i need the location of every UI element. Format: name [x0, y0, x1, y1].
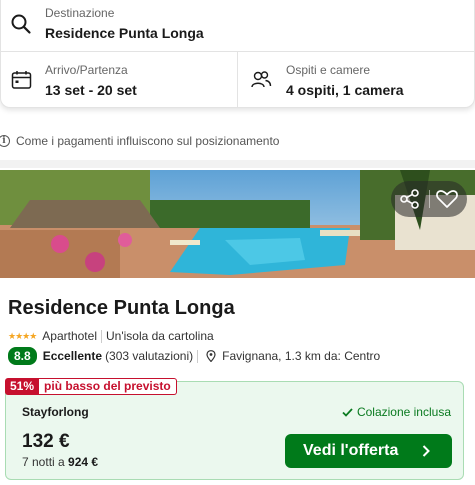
- search-icon: [11, 14, 31, 34]
- rating-word: Eccellente: [42, 349, 103, 363]
- offer-total: 7 notti a 924 €: [22, 455, 98, 469]
- dates-value: 13 set - 20 set: [45, 82, 137, 98]
- share-icon[interactable]: [397, 187, 423, 211]
- star-rating: ★★★★: [8, 330, 37, 341]
- hotel-rating-location: 8.8 Eccellente (303 valutazioni) Favigna…: [8, 347, 380, 365]
- rating-count: (303 valutazioni): [105, 349, 194, 363]
- hotel-type: Aparthotel: [42, 329, 97, 343]
- deal-text: più basso del previsto: [39, 378, 177, 395]
- hotel-location: Favignana, 1.3 km da: Centro: [222, 349, 381, 363]
- dates-label: Arrivo/Partenza: [45, 63, 128, 77]
- guests-field[interactable]: Ospiti e camere 4 ospiti, 1 camera: [238, 52, 475, 108]
- offer-card[interactable]: Stayforlong Colazione inclusa 132 € 7 no…: [5, 381, 464, 480]
- offer-provider: Stayforlong: [22, 405, 89, 419]
- deal-percent: 51%: [5, 378, 40, 395]
- dates-field[interactable]: Arrivo/Partenza 13 set - 20 set: [1, 52, 238, 108]
- hotel-tagline: Un'isola da cartolina: [105, 329, 214, 343]
- total-price: 924 €: [68, 455, 99, 469]
- chevron-right-icon: [422, 445, 430, 457]
- view-offer-label: Vedi l'offerta: [303, 442, 399, 459]
- calendar-icon: [11, 71, 32, 89]
- actions-divider: [429, 190, 430, 208]
- rating-score-badge: 8.8: [8, 347, 37, 365]
- guests-label: Ospiti e camere: [286, 63, 371, 77]
- meta-divider: [197, 349, 199, 363]
- hotel-meta: ★★★★ Aparthotel Un'isola da cartolina: [8, 328, 214, 344]
- check-icon: [342, 407, 353, 417]
- payment-info-link[interactable]: i Come i pagamenti influiscono sul posiz…: [0, 133, 279, 149]
- photo-actions: [391, 181, 467, 217]
- meta-divider: [100, 329, 102, 343]
- hotel-photo[interactable]: [0, 170, 475, 278]
- payment-info-text: Come i pagamenti influiscono sul posizio…: [16, 134, 280, 148]
- search-summary-card: Destinazione Residence Punta Longa Arriv…: [0, 0, 475, 108]
- hotel-name[interactable]: Residence Punta Longa: [8, 295, 235, 321]
- pin-icon: [206, 350, 216, 362]
- perk-label: Colazione inclusa: [356, 405, 451, 419]
- offer-perk: Colazione inclusa: [342, 405, 451, 419]
- section-divider: [0, 160, 475, 168]
- heart-icon[interactable]: [434, 187, 460, 211]
- guests-value: 4 ospiti, 1 camera: [286, 82, 404, 98]
- deal-badge: 51% più basso del previsto: [5, 378, 177, 395]
- destination-value: Residence Punta Longa: [45, 25, 204, 41]
- guests-icon: [251, 71, 272, 88]
- offer-price: 132 €: [22, 431, 70, 452]
- destination-field[interactable]: Destinazione Residence Punta Longa: [1, 0, 475, 52]
- nights-prefix: 7 notti a: [22, 455, 65, 469]
- destination-label: Destinazione: [45, 6, 115, 20]
- info-icon: i: [0, 135, 10, 147]
- view-offer-button[interactable]: Vedi l'offerta: [285, 434, 452, 468]
